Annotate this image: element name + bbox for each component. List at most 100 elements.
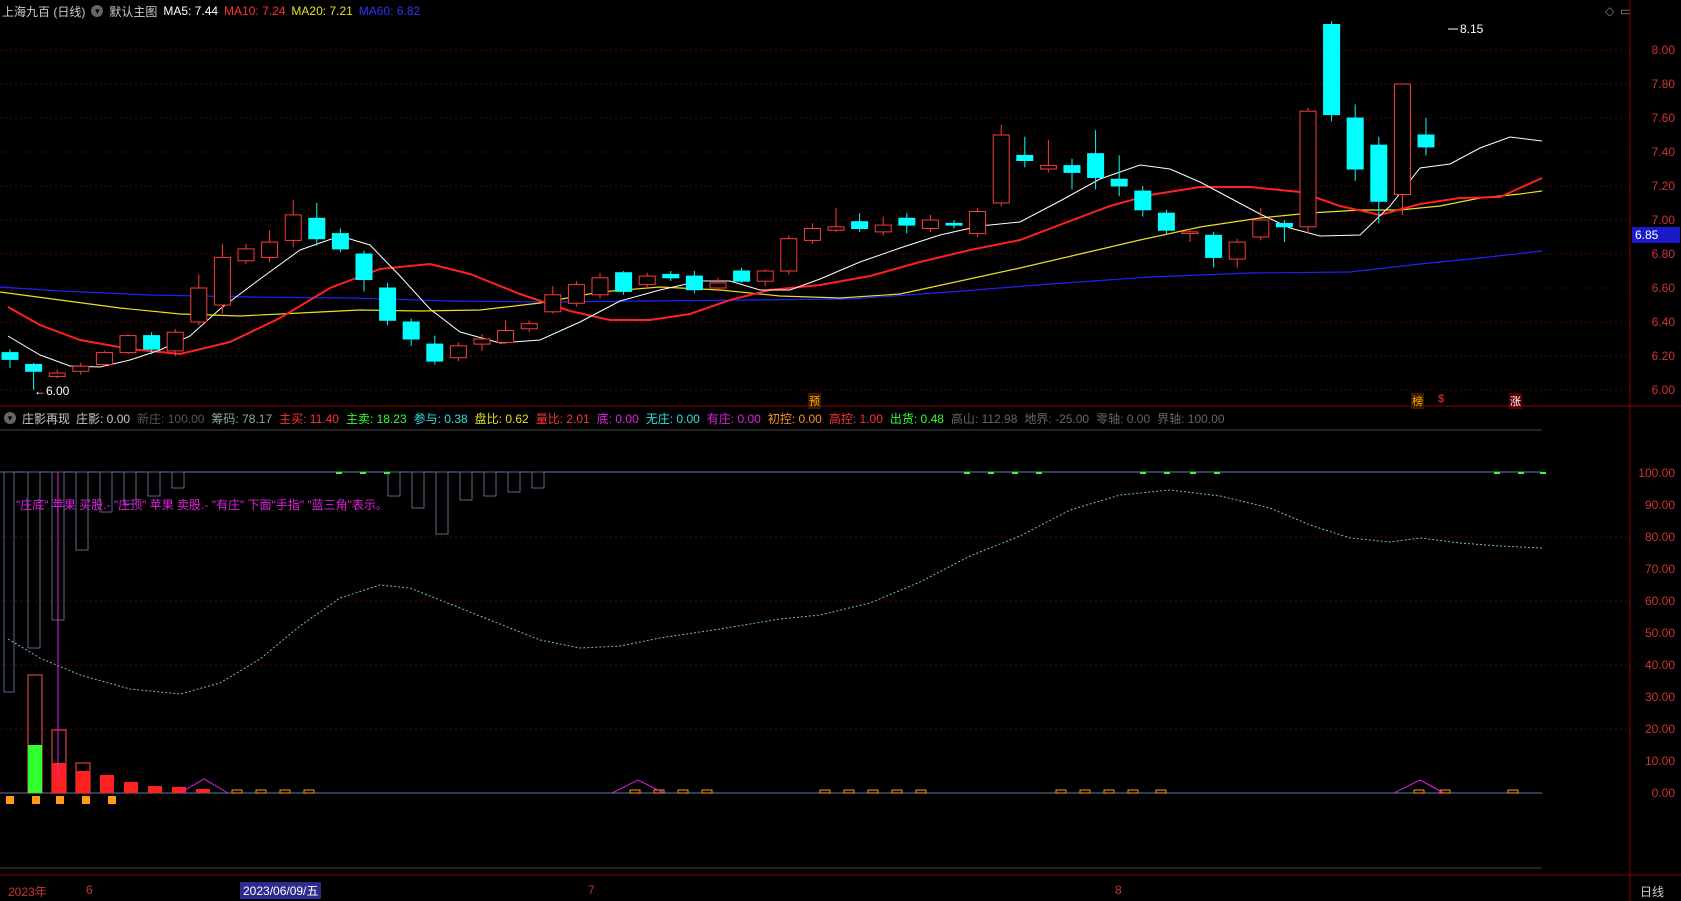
- chart-canvas[interactable]: 8.15 ←6.00: [0, 0, 1681, 901]
- zhuang-triangle-3: [1393, 779, 1445, 794]
- marker-zhang: 涨: [1509, 393, 1522, 409]
- candle-body: [119, 335, 137, 354]
- candle-body: [921, 219, 939, 229]
- price-tick: 6.80: [1651, 247, 1675, 261]
- indicator-small-bar: [701, 789, 713, 794]
- price-tick: 7.80: [1651, 77, 1675, 91]
- indicator-hanging-bar: [387, 471, 401, 497]
- indicator-hanging-bar: [483, 471, 497, 497]
- candle-body: [1205, 234, 1223, 258]
- indicator-small-bar: [279, 789, 291, 794]
- date-year: 2023年: [8, 885, 47, 899]
- candle-body: [402, 321, 420, 340]
- indicator-small-bar: [1507, 789, 1519, 794]
- candle-body: [72, 365, 90, 372]
- candle-body: [685, 275, 703, 291]
- candle-body: [1063, 165, 1081, 173]
- candle-body: [874, 224, 892, 233]
- candle-body: [1417, 134, 1435, 148]
- indicator-header: ▾ 庄影再现 庄影: 0.00 新庄: 100.00 筹码: 78.17 主买: 11…: [0, 408, 1630, 428]
- candle-body: [1252, 219, 1270, 238]
- indicator-field: 界轴: 100.00: [1157, 411, 1225, 426]
- date-selected[interactable]: 2023/06/09/五: [240, 882, 322, 899]
- period-button[interactable]: 日线: [1640, 883, 1664, 900]
- candle-body: [143, 335, 161, 350]
- candle-body: [261, 241, 279, 258]
- indicator-field: 无庄: 0.00: [645, 411, 700, 426]
- indicator-hanging-bar: [531, 471, 545, 489]
- indicator-red-bar: [148, 786, 162, 793]
- indicator-tick: 40.00: [1644, 658, 1675, 672]
- indicator-tick: 70.00: [1644, 562, 1675, 576]
- indicator-field: 庄影: 0.00: [76, 411, 131, 426]
- indicator-red-bar: [196, 789, 210, 793]
- chouma-curve: [7, 489, 1543, 695]
- candle-body: [992, 134, 1010, 204]
- indicator-tick: 60.00: [1644, 594, 1675, 608]
- candle-body: [426, 343, 444, 362]
- indicator-hanging-bar: [459, 471, 473, 501]
- indicator-tick: 90.00: [1644, 498, 1675, 512]
- date-month-6: 6: [86, 883, 93, 897]
- indicator-hanging-bar: [147, 471, 161, 497]
- indicator-tick: 80.00: [1644, 530, 1675, 544]
- indicator-field: 地界: -25.00: [1024, 411, 1090, 426]
- candle-body: [166, 331, 184, 352]
- indicator-field: 量比: 2.01: [535, 411, 590, 426]
- indicator-hanging-bar: [435, 471, 449, 535]
- indicator-field: 主买: 11.40: [279, 411, 339, 426]
- chevron-down-icon[interactable]: ▾: [4, 412, 16, 424]
- candle-body: [898, 217, 916, 226]
- indicator-green-bar: [28, 745, 42, 793]
- candle-body: [780, 238, 798, 272]
- candle-body: [1346, 117, 1364, 170]
- indicator-field: 参与: 0.38: [413, 411, 468, 426]
- candle-body: [662, 273, 680, 279]
- indicator-bar-group: [3, 471, 1519, 794]
- candle-body: [48, 372, 66, 377]
- candle-body: [591, 277, 609, 296]
- indicator-small-bar: [1079, 789, 1091, 794]
- indicator-name[interactable]: 庄影再现: [22, 410, 70, 427]
- indicator-tick: 0.00: [1651, 786, 1675, 800]
- indicator-red-bar: [52, 763, 66, 793]
- price-tick: 6.20: [1651, 349, 1675, 363]
- price-tick: 6.60: [1651, 281, 1675, 295]
- indicator-values: 庄影: 0.00 新庄: 100.00 筹码: 78.17 主买: 11.40 主卖: …: [76, 410, 1225, 427]
- candle-body: [827, 226, 845, 231]
- indicator-small-bar: [867, 789, 879, 794]
- indicator-tick: 20.00: [1644, 722, 1675, 736]
- candle-body: [1110, 178, 1128, 187]
- candle-body: [1157, 212, 1175, 231]
- indicator-field: 高控: 1.00: [828, 411, 883, 426]
- candle-body: [449, 345, 467, 359]
- indicator-small-bar: [629, 789, 641, 794]
- high-price-label: 8.15: [1460, 22, 1484, 36]
- indicator-small-bar: [303, 789, 315, 794]
- indicator-red-bar: [172, 787, 186, 793]
- candle-body: [1134, 190, 1152, 211]
- price-tick: 6.40: [1651, 315, 1675, 329]
- candle-body: [1039, 165, 1057, 170]
- indicator-small-bar: [1413, 789, 1425, 794]
- indicator-field: 有庄: 0.00: [706, 411, 761, 426]
- candle-body: [1275, 222, 1293, 228]
- price-tick: 8.00: [1651, 43, 1675, 57]
- candle-body: [379, 287, 397, 321]
- indicator-red-bar: [76, 771, 90, 793]
- candlestick-group: [1, 21, 1435, 390]
- indicator-tick: 10.00: [1644, 754, 1675, 768]
- price-tick: 7.60: [1651, 111, 1675, 125]
- candle-body: [473, 338, 491, 345]
- indicator-small-bar: [1127, 789, 1139, 794]
- candle-body: [1370, 144, 1388, 202]
- candle-body: [213, 256, 231, 306]
- indicator-hanging-bar: [171, 471, 185, 489]
- candle-body: [190, 287, 208, 323]
- indicator-small-bar: [891, 789, 903, 794]
- candle-body: [497, 330, 515, 343]
- price-gridlines: [0, 49, 1630, 391]
- candle-body: [95, 352, 113, 366]
- candle-body: [25, 364, 43, 372]
- candle-body: [567, 284, 585, 304]
